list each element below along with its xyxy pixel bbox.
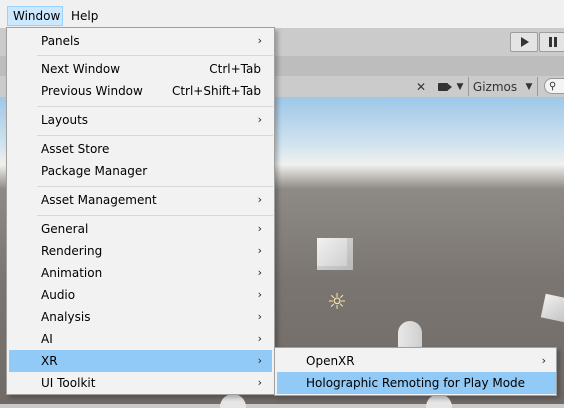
menu-item-label: XR: [41, 354, 58, 368]
menu-item-label: Asset Store: [41, 142, 110, 156]
submenu-arrow-icon: ›: [257, 310, 262, 323]
chevron-down-icon[interactable]: ▼: [455, 77, 465, 96]
submenu-arrow-icon: ›: [257, 193, 262, 206]
menu-item-label: AI: [41, 332, 53, 346]
menu-separator: [37, 55, 273, 56]
menu-item-asset-management[interactable]: Asset Management ›: [9, 189, 272, 211]
search-input[interactable]: ⚲: [544, 78, 564, 94]
menu-item-package-manager[interactable]: Package Manager: [9, 160, 272, 182]
submenu-arrow-icon: ›: [257, 332, 262, 345]
menu-item-label: Layouts: [41, 113, 89, 127]
menu-item-ai[interactable]: AI ›: [9, 328, 272, 350]
gizmos-button[interactable]: Gizmos: [468, 77, 521, 96]
menu-item-label: Analysis: [41, 310, 91, 324]
menu-item-xr[interactable]: XR ›: [9, 350, 272, 372]
menu-item-label: Animation: [41, 266, 103, 280]
menu-separator: [37, 106, 273, 107]
menu-item-label: Holographic Remoting for Play Mode: [306, 376, 526, 390]
menu-item-panels[interactable]: Panels ›: [9, 30, 272, 52]
camera-icon[interactable]: [436, 77, 454, 96]
menu-item-label: Package Manager: [41, 164, 148, 178]
menu-item-asset-store[interactable]: Asset Store: [9, 138, 272, 160]
menu-item-next-window[interactable]: Next Window Ctrl+Tab: [9, 58, 272, 80]
menu-item-layouts[interactable]: Layouts ›: [9, 109, 272, 131]
light-icon[interactable]: ☼: [326, 292, 348, 314]
menu-item-analysis[interactable]: Analysis ›: [9, 306, 272, 328]
menu-item-label: Audio: [41, 288, 76, 302]
xr-submenu: OpenXR › Holographic Remoting for Play M…: [274, 347, 557, 396]
chevron-down-icon[interactable]: ▼: [521, 77, 538, 96]
tools-icon[interactable]: ✕: [410, 77, 432, 96]
menu-item-label: UI Toolkit: [41, 376, 96, 390]
cube-object[interactable]: [540, 293, 564, 323]
submenu-arrow-icon: ›: [257, 376, 262, 389]
menu-item-general[interactable]: General ›: [9, 218, 272, 240]
submenu-arrow-icon: ›: [257, 222, 262, 235]
menu-separator: [37, 215, 273, 216]
menu-item-label: Panels: [41, 34, 80, 48]
window-menu: Panels › Next Window Ctrl+Tab Previous W…: [6, 27, 275, 395]
play-button[interactable]: [510, 32, 538, 52]
pause-button[interactable]: [539, 32, 564, 52]
menu-item-audio[interactable]: Audio ›: [9, 284, 272, 306]
menu-item-label: Asset Management: [41, 193, 157, 207]
menu-item-ui-toolkit[interactable]: UI Toolkit ›: [9, 372, 272, 394]
menu-item-shortcut: Ctrl+Shift+Tab: [171, 84, 261, 98]
menu-item-label: Next Window: [41, 62, 121, 76]
submenu-arrow-icon: ›: [257, 266, 262, 279]
submenu-arrow-icon: ›: [257, 34, 262, 47]
menu-item-holographic-remoting[interactable]: Holographic Remoting for Play Mode: [277, 372, 556, 394]
menu-item-shortcut: Ctrl+Tab: [209, 62, 261, 76]
menu-item-label: Previous Window: [41, 84, 143, 98]
menu-item-rendering[interactable]: Rendering ›: [9, 240, 272, 262]
menu-item-animation[interactable]: Animation ›: [9, 262, 272, 284]
submenu-arrow-icon: ›: [257, 288, 262, 301]
menu-bar: Window Help: [0, 0, 564, 29]
menu-separator: [37, 135, 273, 136]
search-icon: ⚲: [549, 80, 557, 92]
menu-window[interactable]: Window: [7, 6, 63, 26]
menu-item-label: Rendering: [41, 244, 103, 258]
submenu-arrow-icon: ›: [257, 354, 262, 367]
submenu-arrow-icon: ›: [257, 113, 262, 126]
menu-item-label: General: [41, 222, 89, 236]
menu-item-openxr[interactable]: OpenXR ›: [277, 350, 556, 372]
menu-separator: [37, 186, 273, 187]
submenu-arrow-icon: ›: [257, 244, 262, 257]
menu-item-label: OpenXR: [306, 354, 355, 368]
menu-item-previous-window[interactable]: Previous Window Ctrl+Shift+Tab: [9, 80, 272, 102]
submenu-arrow-icon: ›: [541, 354, 546, 367]
menu-help[interactable]: Help: [66, 6, 103, 26]
cube-object[interactable]: [317, 238, 353, 270]
